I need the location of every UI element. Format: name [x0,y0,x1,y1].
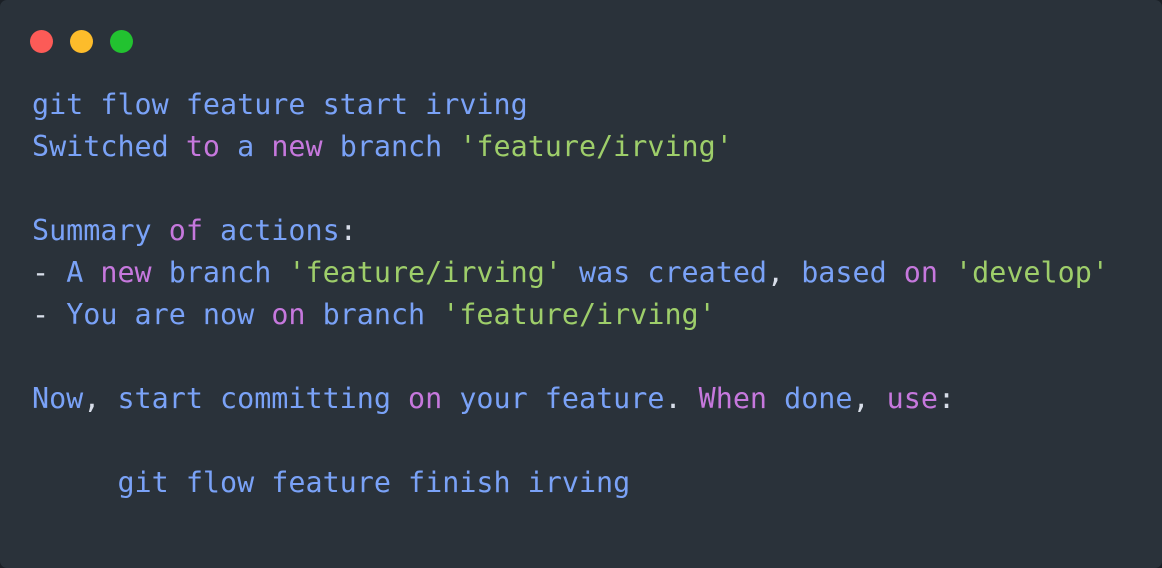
line-blank-2 [32,336,1162,378]
token-magenta: of [168,214,221,247]
terminal-window: git flow feature start irving Switched to… [0,0,1162,568]
line-next-steps: Now, start committing on your feature. W… [32,378,1162,420]
token-blue: branch [168,256,289,289]
window-titlebar [0,0,1162,84]
line-bullet-created: - A new branch 'feature/irving' was crea… [32,252,1162,294]
token-green: 'feature/irving' [459,130,733,163]
minimize-button[interactable] [70,30,93,53]
terminal-output[interactable]: git flow feature start irving Switched to… [0,84,1162,568]
token-magenta: use [886,382,938,415]
token-blue: done [784,382,853,415]
token-blue: was created [578,256,768,289]
token-blue: actions [220,214,340,247]
token-magenta: on [271,298,323,331]
token-magenta: new [100,256,169,289]
token-blue: start committing [117,382,409,415]
token-blue: git flow feature start irving [32,88,528,121]
line-summary-header: Summary of actions: [32,210,1162,252]
token-blue: branch [339,130,460,163]
token-green: 'feature/irving' [288,256,579,289]
token-blue: based [801,256,904,289]
token-magenta: When [698,382,785,415]
token-green: 'feature/irving' [442,298,716,331]
token-blue: branch [322,298,443,331]
token-magenta: new [271,130,340,163]
line-finish-hint: git flow feature finish irving [32,462,1162,504]
token-plain: : [339,214,357,247]
token-magenta: on [903,256,956,289]
token-blue: A [66,256,101,289]
token-green: 'develop' [955,256,1109,289]
token-blue: Summary [32,214,169,247]
token-plain: , [767,256,802,289]
token-plain: . [664,382,699,415]
token-magenta: on [408,382,460,415]
token-blue: Switched [32,130,186,163]
token-plain: - [32,298,67,331]
line-command: git flow feature start irving [32,84,1162,126]
token-plain: : [937,382,956,415]
token-blue: git flow feature finish irving [32,466,631,499]
token-magenta: to [185,130,238,163]
token-plain: , [852,382,887,415]
maximize-button[interactable] [110,30,133,53]
line-blank-3 [32,420,1162,462]
token-plain: - [32,256,67,289]
token-plain: , [83,382,118,415]
line-bullet-current: - You are now on branch 'feature/irving' [32,294,1162,336]
line-switched: Switched to a new branch 'feature/irving… [32,126,1162,168]
token-blue: Now [32,382,84,415]
close-button[interactable] [30,30,53,53]
line-blank-1 [32,168,1162,210]
token-blue: a [237,130,272,163]
token-blue: You are now [66,298,272,331]
token-blue: your feature [459,382,665,415]
